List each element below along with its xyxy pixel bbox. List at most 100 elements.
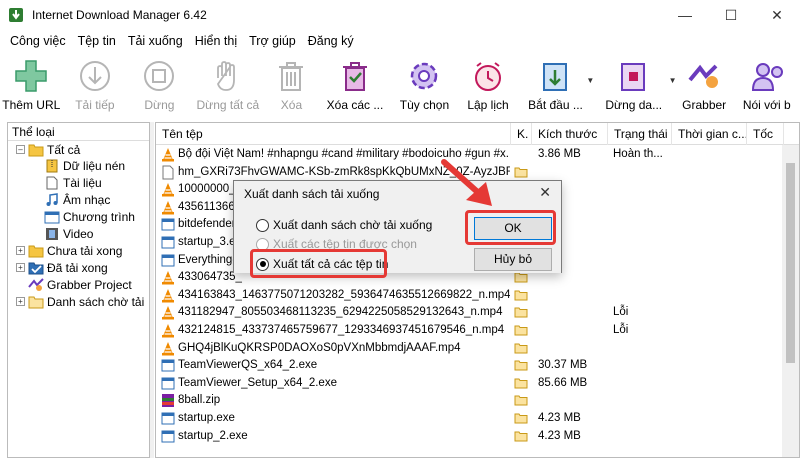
cell-status: [613, 392, 671, 410]
column-status[interactable]: Trạng thái: [608, 123, 672, 145]
tree-item-documents[interactable]: Tài liệu: [44, 174, 102, 191]
collapse-icon[interactable]: –: [16, 145, 25, 154]
cell-status: [613, 252, 671, 270]
tree-item-programs[interactable]: Chương trình: [44, 208, 135, 225]
option-export-queue[interactable]: Xuất danh sách chờ tải xuống: [256, 216, 432, 234]
tree-item-all[interactable]: – Tất cả: [16, 141, 80, 158]
stop-icon: [144, 61, 175, 91]
scheduler-clock-icon: [475, 62, 502, 91]
start-queue-button[interactable]: Bắt đầu ... ▼: [518, 52, 594, 118]
delete-completed-label: Xóa các ...: [326, 98, 384, 112]
cell-filename: GHQ4jBlKuQKRSP0DAOXoS0pVXnMbbmdjAAAF.mp4: [178, 341, 461, 354]
stop-queue-label: Dừng da...: [605, 98, 663, 112]
expand-icon[interactable]: +: [16, 263, 25, 272]
stop-queue-button[interactable]: Dừng da... ▼: [593, 52, 677, 118]
tree-item-compressed[interactable]: Dữ liệu nén: [44, 157, 125, 174]
scrollbar-thumb[interactable]: [786, 163, 795, 363]
scheduler-label: Lập lịch: [467, 98, 509, 112]
grabber-project-icon: [28, 277, 44, 291]
program-window-icon: [44, 211, 60, 223]
table-row[interactable]: startup_2.exe 4.23 MB: [156, 428, 799, 446]
cell-status: [613, 287, 671, 305]
folder-icon: [28, 296, 44, 308]
dialog-close-icon[interactable]: ✕: [539, 184, 551, 201]
vlc-video-icon: [162, 271, 174, 285]
exe-window-icon: [161, 430, 175, 443]
tree-item-queues[interactable]: + Danh sách chờ tải: [16, 293, 144, 310]
cell-filename: startup_2.exe: [178, 429, 248, 442]
column-size[interactable]: Kích thước: [532, 123, 608, 145]
expand-icon[interactable]: +: [16, 297, 25, 306]
expand-icon[interactable]: +: [16, 246, 25, 255]
queue-folder-icon: [514, 378, 528, 389]
cell-size: [538, 164, 608, 182]
table-row[interactable]: 8ball.zip: [156, 392, 799, 410]
cell-size: [538, 392, 608, 410]
tree-item-music[interactable]: Âm nhạc: [44, 191, 110, 208]
window-title: Internet Download Manager 6.42: [32, 8, 207, 22]
vertical-scrollbar[interactable]: [782, 145, 799, 457]
tree-item-label: Video: [63, 226, 94, 241]
column-speed[interactable]: Tốc: [747, 123, 784, 145]
cell-size: 4.23 MB: [538, 412, 581, 424]
delete-button[interactable]: Xóa: [264, 52, 319, 118]
vlc-video-icon: [162, 324, 174, 338]
stop-all-label: Dừng tất cả: [196, 98, 260, 112]
minimize-button[interactable]: —: [662, 0, 708, 30]
cell-status: [613, 216, 671, 234]
cell-status: Lỗi: [613, 324, 629, 336]
table-row[interactable]: GHQ4jBlKuQKRSP0DAOXoS0pVXnMbbmdjAAAF.mp4: [156, 340, 799, 358]
menu-register[interactable]: Đăng ký: [302, 34, 360, 48]
close-button[interactable]: ✕: [754, 0, 800, 30]
menu-help[interactable]: Trợ giúp: [243, 34, 302, 48]
menu-downloads[interactable]: Tải xuống: [122, 34, 189, 48]
table-row[interactable]: 434163843_1463775071203282_5936474635512…: [156, 287, 799, 305]
menu-jobs[interactable]: Công việc: [4, 34, 72, 48]
tree-item-unfinished[interactable]: + Chưa tải xong: [16, 242, 122, 259]
tell-friend-button[interactable]: Nói với b: [734, 52, 800, 118]
cell-status: [613, 410, 671, 428]
option-highlight-box: [250, 249, 387, 278]
maximize-button[interactable]: ☐: [708, 0, 754, 30]
menu-file[interactable]: Tệp tin: [72, 34, 122, 48]
table-row[interactable]: TeamViewer_Setup_x64_2.exe 85.66 MB: [156, 375, 799, 393]
column-filename[interactable]: Tên tệp: [156, 123, 511, 145]
column-time-left[interactable]: Thời gian c...: [672, 123, 747, 145]
vlc-video-icon: [162, 341, 174, 356]
add-url-label: Thêm URL: [2, 98, 61, 112]
cell-status: Lỗi: [613, 306, 629, 319]
scheduler-button[interactable]: Lập lịch: [458, 52, 519, 118]
tree-item-label: Danh sách chờ tải: [47, 294, 145, 309]
cancel-button[interactable]: Hủy bỏ: [474, 248, 552, 271]
vlc-video-icon: [162, 148, 174, 162]
splitter[interactable]: [150, 122, 154, 458]
cell-size: [538, 287, 608, 305]
cell-filename: 431182947_805503468113235_62942250585291…: [178, 306, 503, 319]
options-button[interactable]: Tùy chọn: [391, 52, 458, 118]
resume-icon: [79, 61, 110, 91]
tree-item-label: Tài liệu: [63, 175, 102, 190]
add-url-icon: [15, 60, 48, 92]
delete-completed-button[interactable]: Xóa các ...: [319, 52, 391, 118]
cell-filename: 434163843_1463775071203282_5936474635512…: [178, 288, 510, 301]
resume-button[interactable]: Tải tiếp: [63, 52, 128, 118]
zip-archive-icon: [162, 394, 174, 408]
document-icon: [46, 176, 58, 189]
add-url-button[interactable]: Thêm URL: [0, 52, 63, 118]
start-queue-icon: [542, 63, 567, 91]
table-row[interactable]: startup.exe 4.23 MB: [156, 410, 799, 428]
stop-button[interactable]: Dừng: [127, 52, 192, 118]
stop-all-button[interactable]: Dừng tất cả: [192, 52, 264, 118]
column-queue[interactable]: K.: [511, 123, 532, 145]
menu-view[interactable]: Hiển thị: [189, 34, 243, 48]
exe-window-icon: [161, 254, 175, 267]
tree-item-video[interactable]: Video: [44, 225, 93, 242]
table-row[interactable]: 432124815_433737465759677_12933469374516…: [156, 322, 799, 340]
tree-item-grabber-project[interactable]: Grabber Project: [28, 276, 132, 293]
grabber-icon: [688, 64, 719, 88]
radio-export-queue[interactable]: [256, 218, 269, 232]
tree-item-finished[interactable]: + Đã tải xong: [16, 259, 108, 276]
grabber-button[interactable]: Grabber: [675, 52, 734, 118]
table-row[interactable]: TeamViewerQS_x64_2.exe 30.37 MB: [156, 357, 799, 375]
table-row[interactable]: 431182947_805503468113235_62942250585291…: [156, 304, 799, 322]
